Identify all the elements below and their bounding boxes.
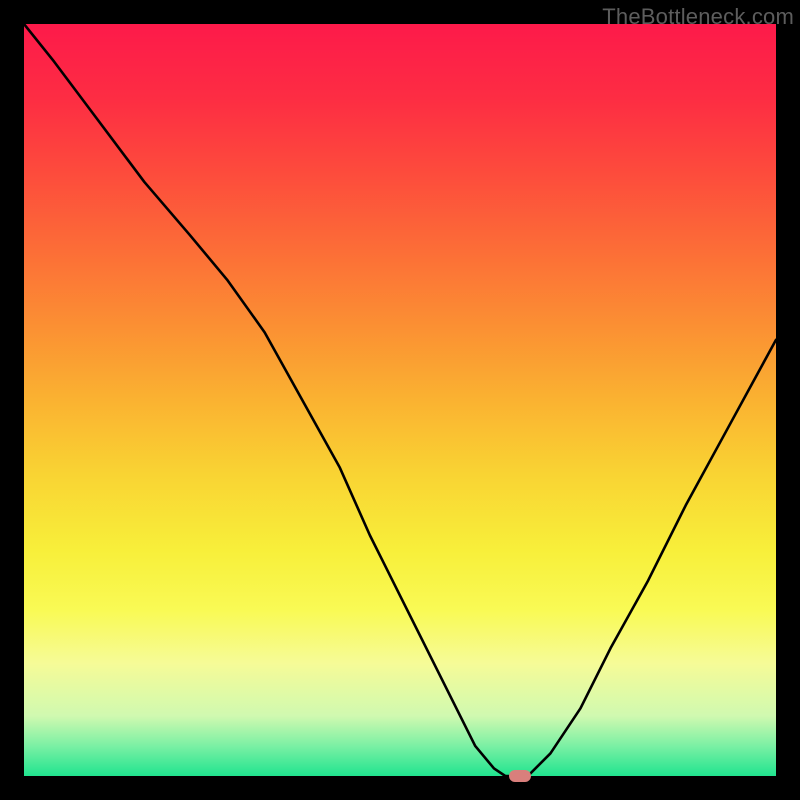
chart-frame: TheBottleneck.com bbox=[0, 0, 800, 800]
gradient-background bbox=[24, 24, 776, 776]
plot-area bbox=[24, 24, 776, 776]
